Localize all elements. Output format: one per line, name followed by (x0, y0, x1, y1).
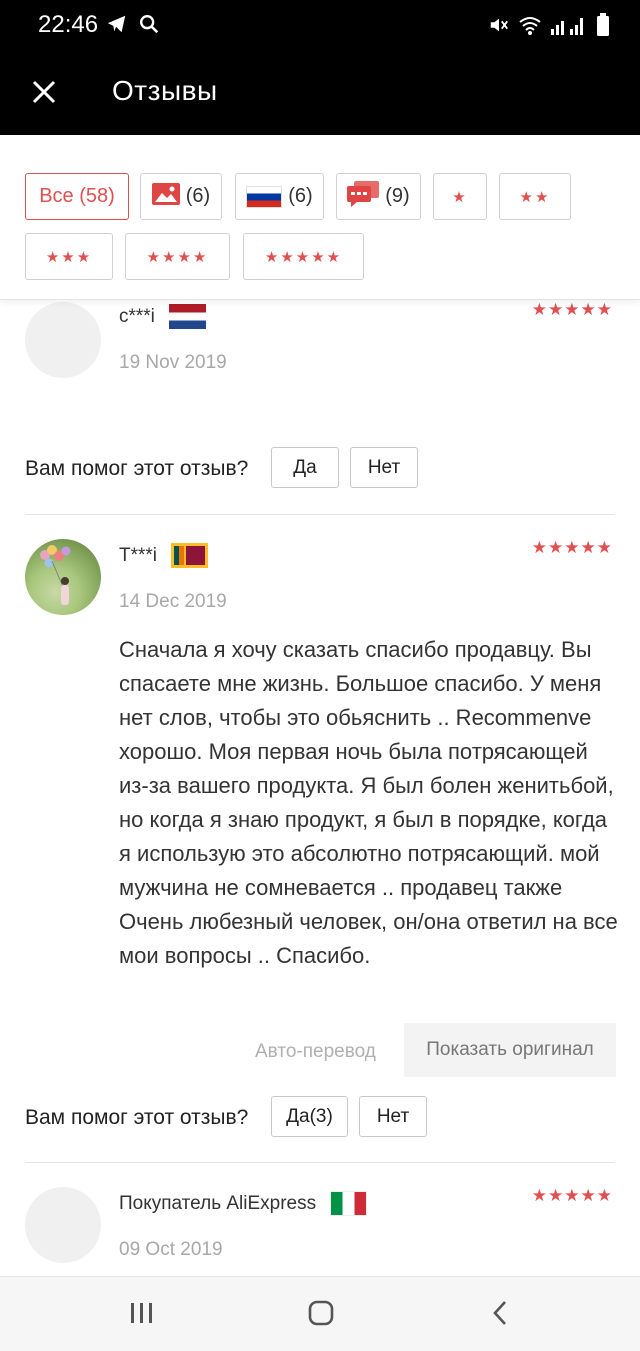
filter-4-stars-label: ★★★★ (146, 248, 209, 266)
status-time: 22:46 (38, 11, 99, 38)
close-icon (31, 79, 57, 110)
filter-5-stars-label: ★★★★★ (264, 248, 343, 266)
recent-apps-icon (129, 1301, 155, 1330)
header: Отзывы (0, 50, 640, 135)
review-item: Покупатель AliExpress ★★★★★ 09 Oct 2019 (0, 1163, 640, 1276)
helpful-label: Вам помог этот отзыв? (25, 1106, 249, 1129)
rating-stars: ★★★★★ (531, 300, 613, 319)
filter-2-stars-label: ★★ (519, 188, 551, 206)
avatar (25, 539, 101, 615)
avatar (25, 302, 101, 378)
review-date: 09 Oct 2019 (119, 1239, 223, 1260)
filter-comments-count: (9) (385, 185, 410, 207)
status-right-icons (488, 13, 610, 42)
filter-all-label: Все (58) (39, 185, 115, 207)
italy-flag-icon (330, 1191, 368, 1216)
review-item: c***i ★★★★★ 19 Nov 2019 Вам помог этот о… (0, 300, 640, 515)
helpful-label: Вам помог этот отзыв? (25, 457, 249, 480)
reviewer: Покупатель AliExpress (119, 1191, 368, 1216)
reviewer: c***i (119, 304, 206, 329)
filter-1-star-label: ★ (452, 188, 468, 206)
filter-5-stars[interactable]: ★★★★★ (243, 233, 364, 280)
filter-all[interactable]: Все (58) (25, 173, 129, 220)
status-left-icons (106, 13, 160, 40)
page-title: Отзывы (112, 75, 218, 106)
filter-1-star[interactable]: ★ (433, 173, 487, 220)
filter-photos-count: (6) (185, 185, 211, 207)
review-filters: Все (58) (6) (6) (9) ★ ★★ ★★★ ★★★★ ★★★★★ (0, 135, 640, 300)
filter-comments[interactable]: (9) (336, 173, 421, 220)
russia-flag-icon (246, 185, 283, 208)
home-icon (307, 1299, 335, 1332)
review-text: Сначала я хочу сказать спасибо продавцу.… (119, 637, 618, 968)
filter-russia[interactable]: (6) (235, 173, 324, 220)
helpful-no-button[interactable]: Нет (350, 447, 418, 488)
rating-stars: ★★★★★ (531, 1186, 613, 1205)
home-button[interactable] (301, 1297, 341, 1333)
recent-apps-button[interactable] (122, 1297, 162, 1333)
avatar-photo (40, 545, 71, 605)
show-original-button[interactable]: Показать оригинал (404, 1023, 616, 1077)
reviewer-name: c***i (119, 305, 155, 327)
netherlands-flag-icon (168, 304, 206, 329)
filter-3-stars-label: ★★★ (45, 248, 93, 266)
reviewer-name: Покупатель AliExpress (119, 1192, 317, 1214)
review-date: 14 Dec 2019 (119, 591, 227, 612)
reviewer: T***i (119, 543, 209, 568)
photo-icon (151, 182, 180, 211)
back-button[interactable] (480, 1297, 520, 1333)
filter-4-stars[interactable]: ★★★★ (125, 233, 230, 280)
battery-icon (596, 13, 610, 42)
mute-icon (488, 14, 510, 41)
filter-russia-count: (6) (288, 185, 313, 207)
auto-translate-label: Авто-перевод (255, 1041, 376, 1062)
wifi-icon (518, 14, 542, 41)
filter-2-stars[interactable]: ★★ (499, 173, 571, 220)
reviewer-name: T***i (119, 544, 158, 566)
system-nav-bar (0, 1276, 640, 1351)
signal-icon (550, 14, 588, 41)
filter-3-stars[interactable]: ★★★ (25, 233, 113, 280)
review-item: T***i ★★★★★ 14 Dec 2019 Сначала я хочу с… (0, 515, 640, 1163)
back-icon (490, 1299, 510, 1332)
telegram-icon (106, 13, 128, 40)
avatar (25, 1187, 101, 1263)
rating-stars: ★★★★★ (531, 538, 613, 557)
search-icon (138, 13, 160, 40)
helpful-yes-button[interactable]: Да(3) (271, 1096, 348, 1137)
helpful-yes-button[interactable]: Да (271, 447, 339, 488)
comment-icon (347, 180, 380, 213)
status-bar: 22:46 (0, 0, 640, 50)
sri-lanka-flag-icon (171, 543, 209, 568)
review-date: 19 Nov 2019 (119, 352, 227, 373)
close-button[interactable] (24, 74, 64, 114)
helpful-no-button[interactable]: Нет (359, 1096, 427, 1137)
filter-photos[interactable]: (6) (140, 173, 222, 220)
